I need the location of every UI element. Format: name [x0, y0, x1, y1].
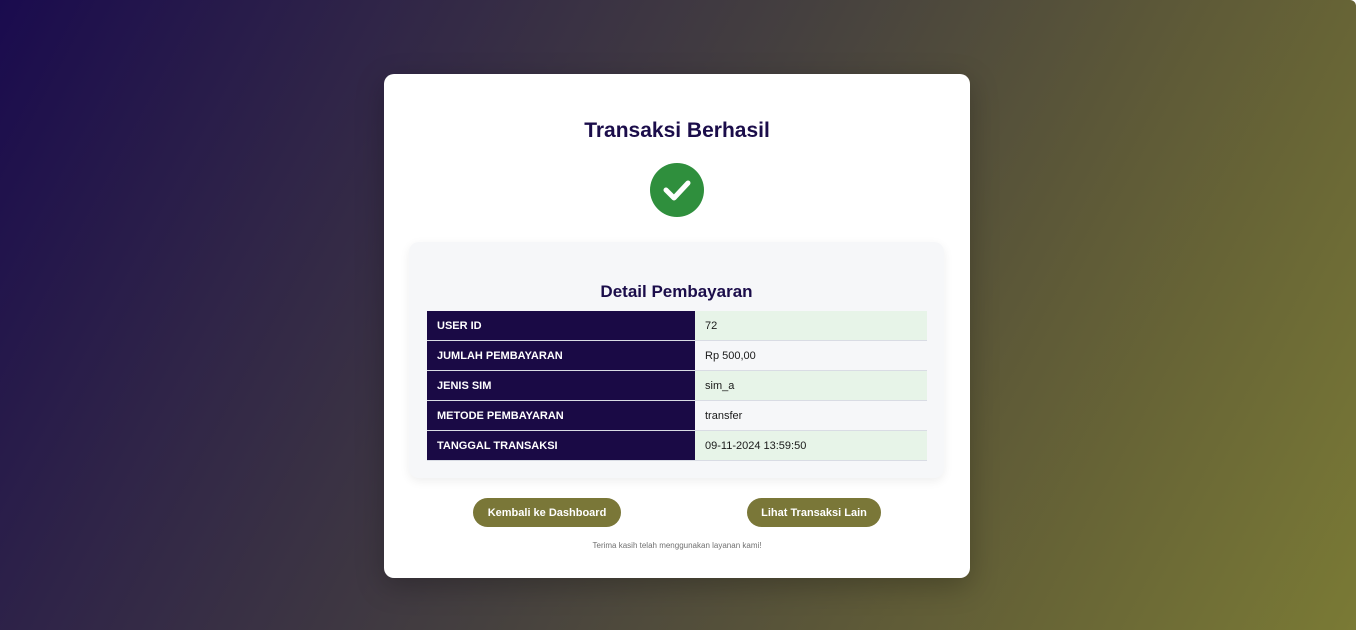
row-label-user-id: USER ID: [427, 311, 695, 341]
table-row: METODE PEMBAYARAN transfer: [427, 401, 927, 431]
payment-detail-table: USER ID 72 JUMLAH PEMBAYARAN Rp 500,00 J…: [427, 311, 927, 461]
row-value-user-id: 72: [695, 311, 927, 341]
payment-detail-title: Detail Pembayaran: [600, 282, 753, 301]
row-value-transaction-date: 09-11-2024 13:59:50: [695, 431, 927, 461]
page-title: Transaksi Berhasil: [584, 119, 770, 142]
back-to-dashboard-button[interactable]: Kembali ke Dashboard: [473, 498, 621, 527]
view-other-transactions-button[interactable]: Lihat Transaksi Lain: [747, 498, 881, 527]
table-row: JENIS SIM sim_a: [427, 371, 927, 401]
row-value-amount: Rp 500,00: [695, 341, 927, 371]
row-label-sim-type: JENIS SIM: [427, 371, 695, 401]
row-value-sim-type: sim_a: [695, 371, 927, 401]
check-circle-icon: [650, 163, 704, 217]
transaction-success-card: Transaksi Berhasil Detail Pembayaran USE…: [384, 74, 970, 578]
table-row: JUMLAH PEMBAYARAN Rp 500,00: [427, 341, 927, 371]
row-label-transaction-date: TANGGAL TRANSAKSI: [427, 431, 695, 461]
table-row: TANGGAL TRANSAKSI 09-11-2024 13:59:50: [427, 431, 927, 461]
table-row: USER ID 72: [427, 311, 927, 341]
row-label-payment-method: METODE PEMBAYARAN: [427, 401, 695, 431]
row-label-amount: JUMLAH PEMBAYARAN: [427, 341, 695, 371]
checkmark-icon: [663, 180, 691, 201]
payment-detail-panel: Detail Pembayaran USER ID 72 JUMLAH PEMB…: [409, 242, 944, 478]
footer-thank-you-text: Terima kasih telah menggunakan layanan k…: [592, 541, 762, 550]
row-value-payment-method: transfer: [695, 401, 927, 431]
